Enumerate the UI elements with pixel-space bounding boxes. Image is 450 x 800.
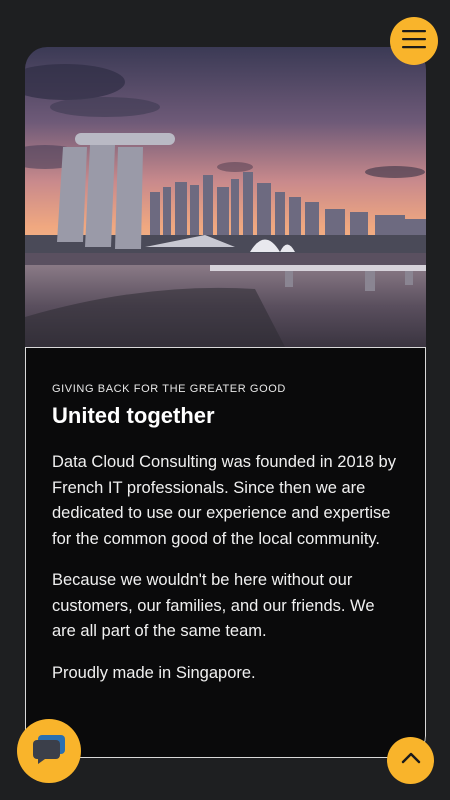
chevron-up-icon — [401, 751, 421, 770]
chat-bubbles-icon — [32, 734, 66, 769]
section-eyebrow: GIVING BACK FOR THE GREATER GOOD — [52, 383, 286, 395]
page: GIVING BACK FOR THE GREATER GOOD United … — [0, 0, 450, 800]
scroll-to-top-button[interactable] — [387, 737, 434, 784]
paragraph-made-in: Proudly made in Singapore. — [52, 663, 256, 682]
hamburger-menu-icon — [401, 29, 427, 54]
about-section: GIVING BACK FOR THE GREATER GOOD United … — [25, 347, 426, 758]
hero-image — [25, 47, 426, 347]
paragraph-team: Because we wouldn't be here without our … — [52, 571, 375, 640]
section-title: United together — [52, 403, 215, 428]
chat-button[interactable] — [17, 719, 81, 783]
paragraph-founding: Data Cloud Consulting was founded in 201… — [52, 453, 396, 548]
content-card: GIVING BACK FOR THE GREATER GOOD United … — [25, 47, 426, 758]
menu-button[interactable] — [390, 17, 438, 65]
